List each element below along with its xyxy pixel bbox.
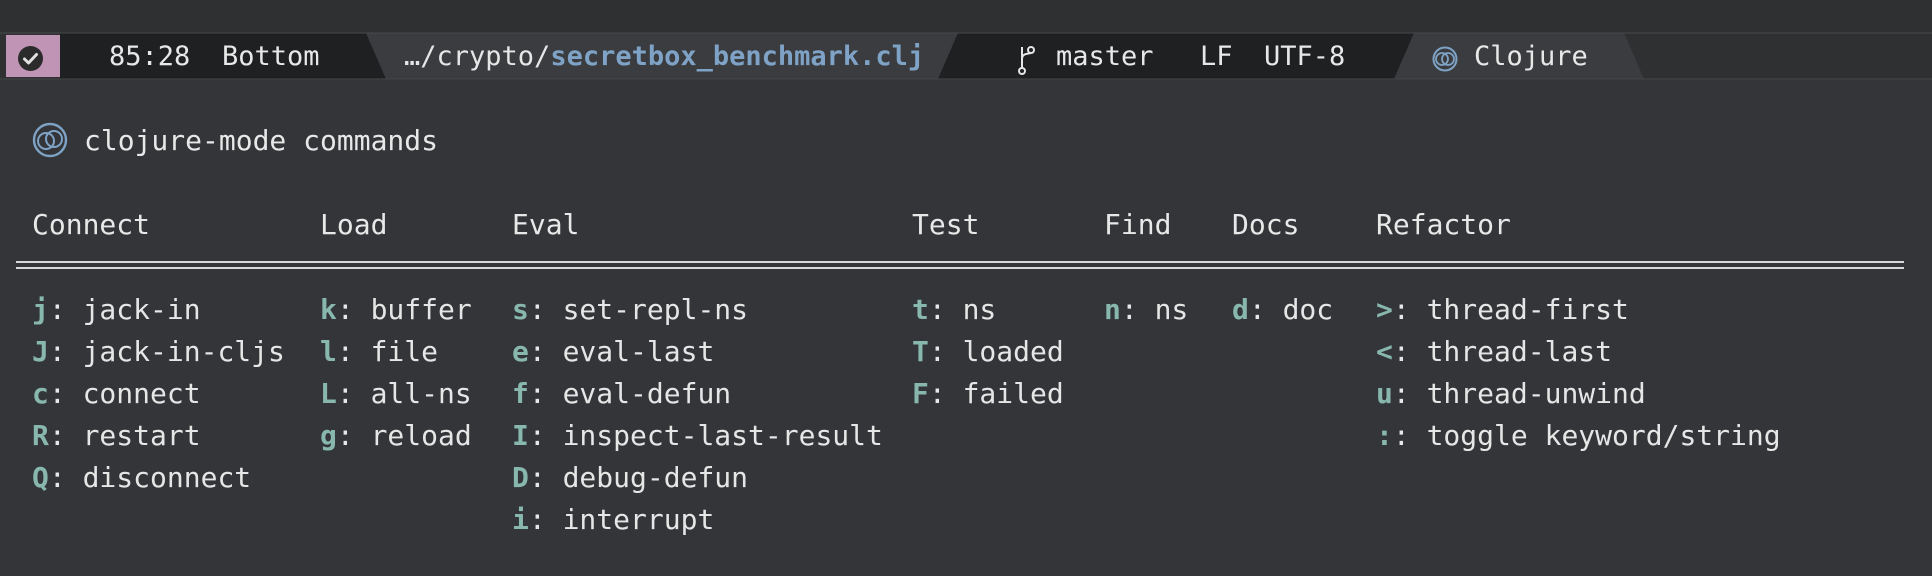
command-key: J: [32, 335, 49, 368]
command-key: i: [512, 503, 529, 536]
command-label: buffer: [370, 293, 472, 326]
command-label: inspect-last-result: [562, 419, 883, 452]
column-header-load: Load: [320, 208, 388, 241]
command-key: g: [320, 419, 337, 452]
command-label: ns: [962, 293, 997, 326]
column-header-test: Test: [912, 208, 980, 241]
command-item[interactable]: D: debug-defun: [512, 460, 748, 496]
file-encoding[interactable]: UTF-8: [1264, 41, 1345, 73]
command-key: Q: [32, 461, 49, 494]
command-label: thread-last: [1426, 335, 1613, 368]
command-item[interactable]: Q: disconnect: [32, 460, 251, 496]
command-label: eval-defun: [562, 377, 732, 410]
command-label: failed: [962, 377, 1064, 410]
column-header-find: Find: [1104, 208, 1172, 241]
column-header-connect: Connect: [32, 208, 151, 241]
popup-title: clojure-mode commands: [84, 124, 439, 157]
command-key: L: [320, 377, 337, 410]
scroll-position: Bottom: [222, 41, 320, 72]
command-item[interactable]: e: eval-last: [512, 334, 714, 370]
modeline: 85:28 Bottom …/crypto/secretbox_benchmar…: [0, 0, 1932, 80]
command-item[interactable]: f: eval-defun: [512, 376, 731, 412]
command-item[interactable]: <: thread-last: [1376, 334, 1612, 370]
command-key: :: [1376, 419, 1393, 452]
command-label: thread-first: [1426, 293, 1629, 326]
command-key: c: [32, 377, 49, 410]
command-item[interactable]: l: file: [320, 334, 438, 370]
command-key: f: [512, 377, 529, 410]
clojure-icon: [32, 122, 68, 158]
command-key: t: [912, 293, 929, 326]
command-item[interactable]: c: connect: [32, 376, 201, 412]
column-header-eval: Eval: [512, 208, 580, 241]
header-separator: [16, 259, 1904, 273]
command-key: k: [320, 293, 337, 326]
major-mode[interactable]: Clojure: [1474, 41, 1588, 73]
command-label: doc: [1282, 293, 1334, 326]
command-label: reload: [370, 419, 472, 452]
command-item[interactable]: t: ns: [912, 292, 996, 328]
command-key: e: [512, 335, 529, 368]
command-item[interactable]: i: interrupt: [512, 502, 714, 538]
file-name: secretbox_benchmark.clj: [550, 41, 925, 72]
command-label: jack-in-cljs: [82, 335, 285, 368]
command-label: ns: [1154, 293, 1189, 326]
command-label: loaded: [962, 335, 1064, 368]
command-item[interactable]: F: failed: [912, 376, 1064, 412]
command-item[interactable]: I: inspect-last-result: [512, 418, 883, 454]
command-key: R: [32, 419, 49, 452]
command-key: I: [512, 419, 529, 452]
command-item[interactable]: L: all-ns: [320, 376, 472, 412]
command-key: n: [1104, 293, 1121, 326]
command-item[interactable]: n: ns: [1104, 292, 1188, 328]
command-item[interactable]: j: jack-in: [32, 292, 201, 328]
command-label: restart: [82, 419, 201, 452]
eol-type[interactable]: LF: [1200, 41, 1233, 73]
command-item[interactable]: u: thread-unwind: [1376, 376, 1646, 412]
command-key: D: [512, 461, 529, 494]
command-label: debug-defun: [562, 461, 749, 494]
command-item[interactable]: d: doc: [1232, 292, 1333, 328]
command-label: all-ns: [370, 377, 472, 410]
command-key: <: [1376, 335, 1393, 368]
command-key: s: [512, 293, 529, 326]
command-item[interactable]: g: reload: [320, 418, 472, 454]
command-label: thread-unwind: [1426, 377, 1646, 410]
command-item[interactable]: R: restart: [32, 418, 201, 454]
command-key: l: [320, 335, 337, 368]
command-key: u: [1376, 377, 1393, 410]
command-label: interrupt: [562, 503, 715, 536]
command-label: jack-in: [82, 293, 201, 326]
column-header-refactor: Refactor: [1376, 208, 1511, 241]
command-key: F: [912, 377, 929, 410]
command-item[interactable]: :: toggle keyword/string: [1376, 418, 1781, 454]
command-item[interactable]: >: thread-first: [1376, 292, 1629, 328]
column-header-docs: Docs: [1232, 208, 1300, 241]
command-label: file: [370, 335, 439, 368]
git-branch-icon: [1018, 46, 1035, 75]
check-icon: [18, 46, 43, 71]
cursor-position: 85:28: [109, 41, 191, 72]
file-directory: …/crypto/: [404, 41, 551, 72]
command-item[interactable]: T: loaded: [912, 334, 1064, 370]
command-label: eval-last: [562, 335, 715, 368]
command-key: T: [912, 335, 929, 368]
command-label: toggle keyword/string: [1426, 419, 1781, 452]
clojure-icon: [1432, 46, 1458, 72]
command-item[interactable]: J: jack-in-cljs: [32, 334, 285, 370]
command-label: set-repl-ns: [562, 293, 749, 326]
command-item[interactable]: k: buffer: [320, 292, 472, 328]
command-item[interactable]: s: set-repl-ns: [512, 292, 748, 328]
command-key: j: [32, 293, 49, 326]
command-key: d: [1232, 293, 1249, 326]
vcs-branch[interactable]: master: [1056, 41, 1154, 73]
buffer-file-name[interactable]: …/crypto/secretbox_benchmark.clj: [404, 41, 924, 73]
command-key: >: [1376, 293, 1393, 326]
command-label: connect: [82, 377, 201, 410]
command-label: disconnect: [82, 461, 252, 494]
